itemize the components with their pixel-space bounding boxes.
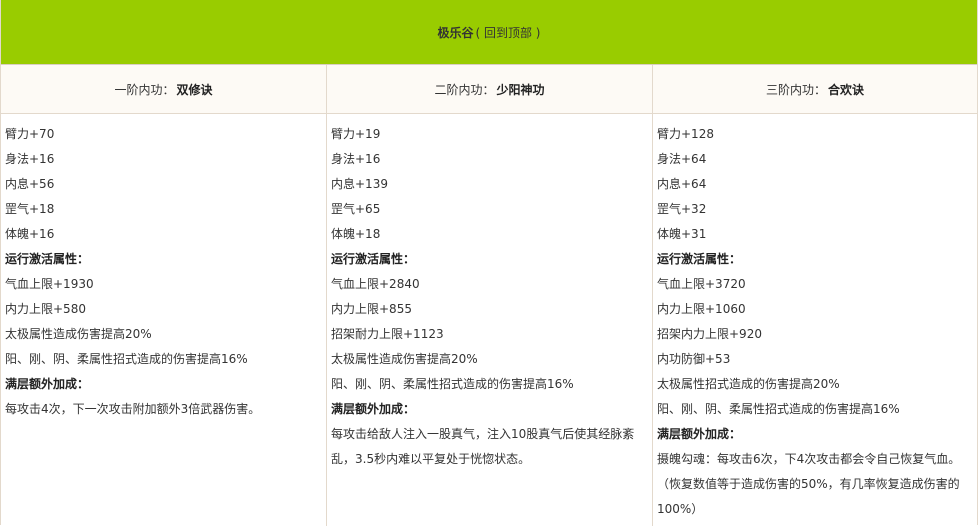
- column-header-tier3: 三阶内功： 合欢诀: [653, 65, 977, 113]
- attribute-line: 招架耐力上限+1123: [331, 327, 444, 341]
- attribute-line: 每攻击4次，下一次攻击附加额外3倍武器伤害。: [5, 402, 261, 416]
- attribute-line: 气血上限+3720: [657, 277, 746, 291]
- table-title-bar: 极乐谷 ( 回到顶部 ): [1, 0, 977, 65]
- attribute-line: 罡气+18: [5, 202, 55, 216]
- attribute-line: 内息+64: [657, 177, 707, 191]
- attribute-line: 招架内力上限+920: [657, 327, 762, 341]
- tier-label: 三阶内功：: [765, 82, 826, 97]
- attribute-line: 内息+139: [331, 177, 388, 191]
- column-header-tier2: 二阶内功： 少阳神功: [327, 65, 653, 113]
- tier-label: 二阶内功：: [434, 82, 495, 97]
- section-heading: 满层额外加成：: [5, 377, 90, 391]
- section-heading: 运行激活属性：: [657, 252, 742, 266]
- attribute-line: 气血上限+1930: [5, 277, 94, 291]
- attribute-line: 内力上限+1060: [657, 302, 746, 316]
- attribute-line: （恢复数值等于造成伤害的50%，有几率恢复造成伤害的: [657, 477, 960, 491]
- attribute-line: 体魄+31: [657, 227, 707, 241]
- attribute-line: 罡气+32: [657, 202, 707, 216]
- attribute-line: 身法+16: [5, 152, 55, 166]
- attribute-line: 乱，3.5秒内难以平复处于恍惚状态。: [331, 452, 531, 466]
- attribute-line: 摄魄勾魂：每攻击6次，下4次攻击都会令自己恢复气血。: [657, 452, 961, 466]
- attribute-line: 内息+56: [5, 177, 55, 191]
- section-heading: 满层额外加成：: [331, 402, 416, 416]
- attribute-line: 内力上限+855: [331, 302, 412, 316]
- attribute-line: 臂力+19: [331, 127, 381, 141]
- attribute-line: 阳、刚、阴、柔属性招式造成的伤害提高16%: [331, 377, 574, 391]
- attribute-line: 100%）: [657, 502, 704, 516]
- attribute-line: 罡气+65: [331, 202, 381, 216]
- skill-name: 合欢诀: [828, 82, 865, 97]
- skill-table: 极乐谷 ( 回到顶部 ) 一阶内功： 双修诀 二阶内功： 少阳神功 三阶内功： …: [0, 0, 978, 526]
- attribute-cell-tier2: 臂力+19 身法+16 内息+139 罡气+65 体魄+18 运行激活属性： 气血上限+28…: [327, 114, 653, 526]
- skill-name: 少阳神功: [496, 82, 545, 97]
- attribute-cell-tier1: 臂力+70 身法+16 内息+56 罡气+18 体魄+16 运行激活属性： 气血上限+193…: [1, 114, 327, 526]
- attribute-line: 内功防御+53: [657, 352, 731, 366]
- attribute-line: 每攻击给敌人注入一股真气，注入10股真气后使其经脉紊: [331, 427, 635, 441]
- column-header-row: 一阶内功： 双修诀 二阶内功： 少阳神功 三阶内功： 合欢诀: [1, 65, 977, 114]
- attribute-line: 阳、刚、阴、柔属性招式造成的伤害提高16%: [657, 402, 900, 416]
- attribute-line: 身法+64: [657, 152, 707, 166]
- tier-label: 一阶内功：: [114, 82, 175, 97]
- skill-name: 双修诀: [176, 82, 213, 97]
- attribute-line: 身法+16: [331, 152, 381, 166]
- attribute-line: 体魄+18: [331, 227, 381, 241]
- attribute-line: 内力上限+580: [5, 302, 86, 316]
- attribute-line: 体魄+16: [5, 227, 55, 241]
- attribute-cell-tier3: 臂力+128 身法+64 内息+64 罡气+32 体魄+31 运行激活属性： 气血上限+37…: [653, 114, 977, 526]
- section-heading: 运行激活属性：: [5, 252, 90, 266]
- back-to-top-link[interactable]: ( 回到顶部 ): [476, 24, 541, 41]
- table-title: 极乐谷: [437, 25, 474, 40]
- attribute-line: 臂力+70: [5, 127, 55, 141]
- section-heading: 运行激活属性：: [331, 252, 416, 266]
- attribute-line: 太极属性招式造成的伤害提高20%: [657, 377, 840, 391]
- attribute-line: 阳、刚、阴、柔属性招式造成的伤害提高16%: [5, 352, 248, 366]
- attribute-line: 气血上限+2840: [331, 277, 420, 291]
- attribute-line: 臂力+128: [657, 127, 714, 141]
- column-header-tier1: 一阶内功： 双修诀: [1, 65, 327, 113]
- attribute-row: 臂力+70 身法+16 内息+56 罡气+18 体魄+16 运行激活属性： 气血上限+193…: [1, 114, 977, 526]
- attribute-line: 太极属性造成伤害提高20%: [331, 352, 478, 366]
- section-heading: 满层额外加成：: [657, 427, 742, 441]
- attribute-line: 太极属性造成伤害提高20%: [5, 327, 152, 341]
